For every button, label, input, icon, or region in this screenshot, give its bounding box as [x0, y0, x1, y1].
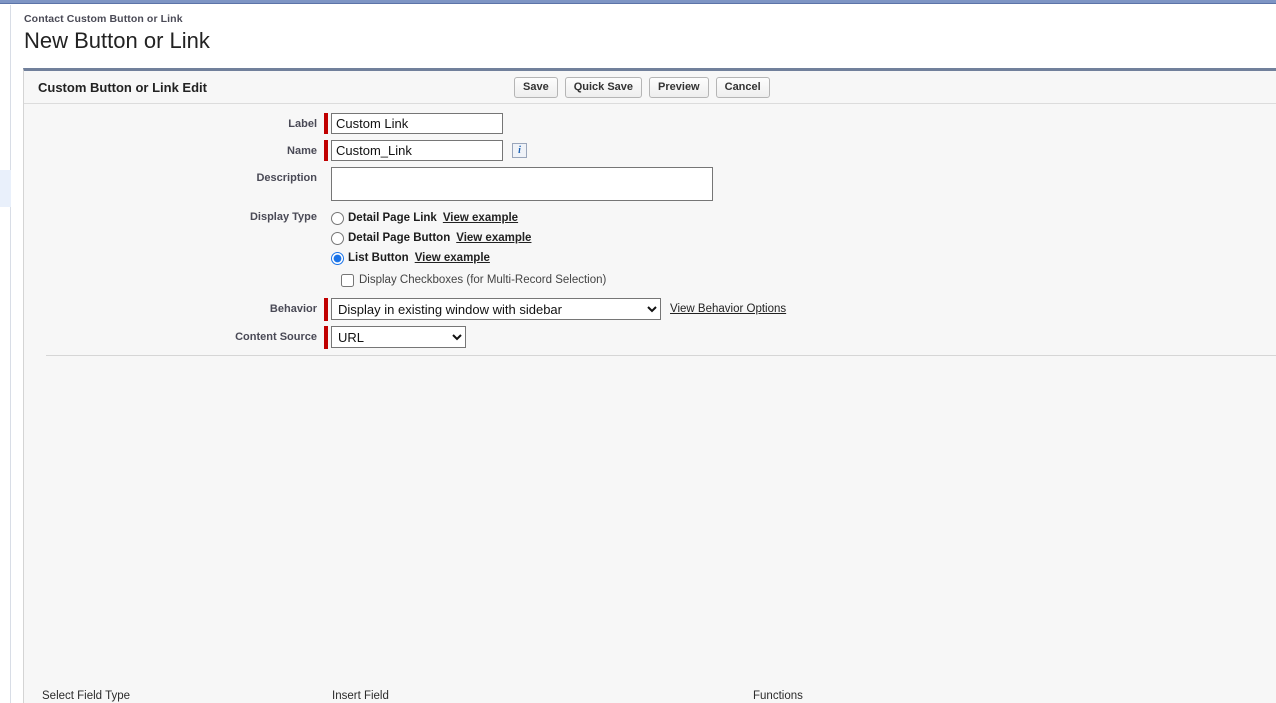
label-field-wrap	[324, 113, 503, 134]
label-input[interactable]	[331, 113, 503, 134]
radio-detail-page-button[interactable]: Detail Page Button View example	[331, 228, 531, 248]
quick-save-button[interactable]: Quick Save	[564, 77, 643, 98]
display-checkboxes-row[interactable]: Display Checkboxes (for Multi-Record Sel…	[341, 270, 606, 290]
view-example-link-2[interactable]: View example	[415, 252, 490, 264]
section-divider	[46, 355, 1276, 356]
display-checkboxes-checkbox[interactable]	[341, 273, 354, 287]
required-marker	[324, 140, 328, 161]
page-title: New Button or Link	[24, 28, 210, 53]
description-field-label: Description	[256, 172, 317, 184]
behavior-field-wrap: Display in existing window with sidebar …	[324, 298, 786, 321]
radio-input-detail-page-button[interactable]	[331, 231, 344, 245]
behavior-select[interactable]: Display in existing window with sidebar	[331, 298, 661, 320]
left-edge-rail	[0, 5, 11, 703]
preview-button[interactable]: Preview	[649, 77, 709, 98]
page-header: Contact Custom Button or Link New Button…	[24, 12, 1276, 62]
view-example-link-0[interactable]: View example	[443, 212, 518, 224]
display-type-label: Display Type	[249, 211, 317, 223]
left-rail-gap	[12, 5, 23, 703]
page-root: Contact Custom Button or Link New Button…	[0, 0, 1276, 703]
behavior-label: Behavior	[269, 303, 317, 315]
cancel-button[interactable]: Cancel	[715, 77, 770, 98]
display-checkboxes-label: Display Checkboxes (for Multi-Record Sel…	[359, 274, 607, 286]
content-source-select[interactable]: URL	[331, 326, 466, 348]
functions-label: Functions	[753, 690, 803, 702]
select-field-type-label: Select Field Type	[42, 690, 131, 702]
view-behavior-options-link[interactable]: View Behavior Options	[670, 298, 786, 320]
form-row-label: Label	[24, 113, 1276, 135]
radio-detail-page-link[interactable]: Detail Page Link View example	[331, 208, 518, 228]
form-row-display-type: Display Type Detail Page Link View examp…	[24, 208, 1276, 290]
name-input[interactable]	[331, 140, 503, 161]
save-button[interactable]: Save	[514, 77, 558, 98]
radio-label-detail-page-link: Detail Page Link	[348, 212, 437, 224]
panel-title: Custom Button or Link Edit	[38, 80, 207, 95]
panel-header: Custom Button or Link Edit Save Quick Sa…	[24, 71, 1276, 104]
radio-label-list-button: List Button	[348, 252, 409, 264]
form-row-name: Name i	[24, 140, 1276, 162]
custom-button-edit-panel: Custom Button or Link Edit Save Quick Sa…	[23, 68, 1276, 703]
panel-action-buttons: Save Quick Save Preview Cancel	[514, 77, 770, 98]
required-marker	[324, 326, 328, 349]
form-area: Label Name i Description	[24, 104, 1276, 387]
insert-field-label: Insert Field	[332, 690, 389, 702]
display-type-options: Detail Page Link View example Detail Pag…	[324, 208, 606, 290]
breadcrumb: Contact Custom Button or Link	[24, 13, 183, 25]
radio-input-list-button[interactable]	[331, 251, 344, 265]
form-row-content-source: Content Source URL	[24, 326, 1276, 349]
description-textarea[interactable]	[331, 167, 713, 201]
label-field-label: Label	[288, 118, 317, 130]
name-field-wrap: i	[324, 140, 527, 161]
left-rail-highlight[interactable]	[0, 170, 11, 207]
content-source-label: Content Source	[235, 331, 317, 343]
content-source-field-wrap: URL	[324, 326, 466, 349]
description-field-wrap	[324, 167, 713, 201]
radio-label-detail-page-button: Detail Page Button	[348, 232, 451, 244]
form-row-description: Description	[24, 167, 1276, 201]
browser-top-band	[0, 0, 1276, 4]
view-example-link-1[interactable]: View example	[456, 232, 531, 244]
radio-input-detail-page-link[interactable]	[331, 211, 344, 225]
info-icon[interactable]: i	[512, 143, 527, 158]
required-marker	[324, 298, 328, 321]
name-field-label: Name	[287, 145, 317, 157]
radio-list-button[interactable]: List Button View example	[331, 248, 490, 268]
required-marker	[324, 113, 328, 134]
form-row-behavior: Behavior Display in existing window with…	[24, 298, 1276, 321]
